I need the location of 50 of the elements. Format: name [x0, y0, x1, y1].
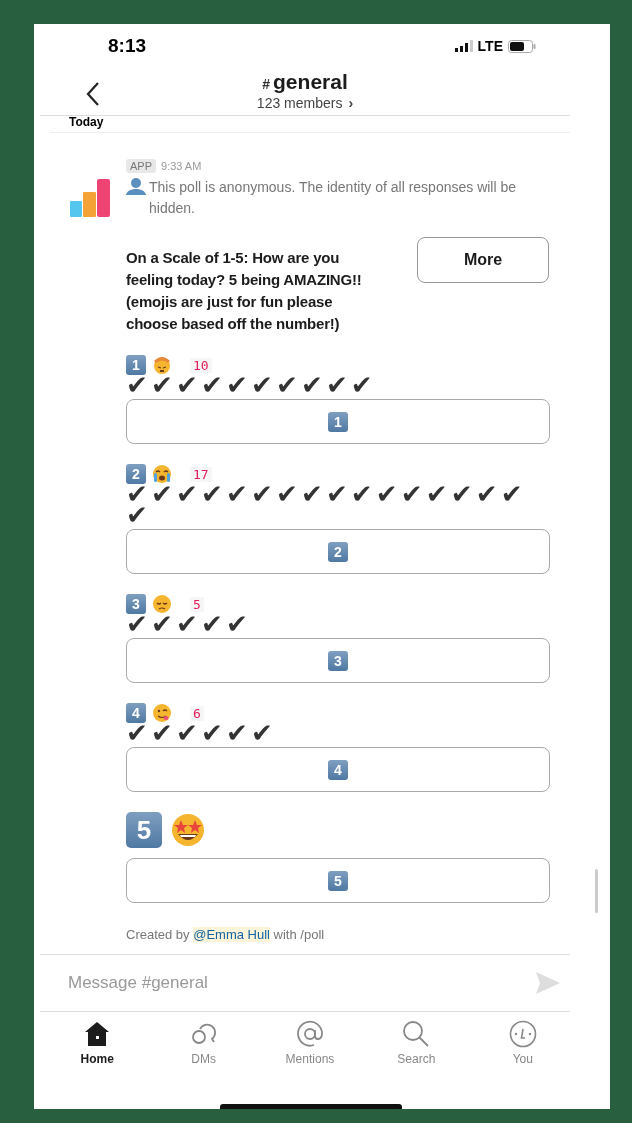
- poll-credit: Created by @Emma Hull with /poll: [126, 927, 326, 942]
- battery-icon: [508, 39, 536, 53]
- number-keycap: 1: [126, 355, 146, 375]
- day-label: Today: [69, 116, 105, 128]
- vote-checkmarks: ✔✔✔✔✔: [126, 614, 252, 635]
- clock-time: 8:13: [108, 35, 147, 57]
- vote-button[interactable]: 5: [126, 858, 550, 903]
- vote-checkmarks: ✔✔✔✔✔✔✔✔✔✔: [126, 375, 377, 396]
- back-icon[interactable]: [86, 82, 100, 106]
- vote-count: 10: [190, 357, 212, 373]
- number-keycap: 4: [126, 703, 146, 723]
- vote-button[interactable]: 2: [126, 529, 550, 574]
- number-keycap: 2: [126, 464, 146, 484]
- at-sign-icon: [295, 1020, 324, 1048]
- person-icon: [126, 178, 146, 195]
- vote-button[interactable]: 4: [126, 747, 550, 792]
- scrollbar: [595, 869, 598, 913]
- number-keycap: 3: [126, 594, 146, 614]
- vote-checkmarks: ✔✔✔✔✔✔: [126, 723, 277, 744]
- tab-button[interactable]: DMs: [158, 1018, 249, 1068]
- hash-sign: #: [262, 76, 271, 92]
- crying-face-icon: [152, 464, 172, 484]
- app-badge: APP: [126, 159, 156, 173]
- search-icon: [402, 1020, 431, 1048]
- sad-face-icon: [152, 594, 172, 614]
- user-mention-link[interactable]: @Emma Hull: [193, 927, 270, 942]
- member-count[interactable]: 123 members: [256, 95, 343, 111]
- bar-chart-logo-icon: [70, 179, 110, 217]
- tab-button[interactable]: You: [477, 1018, 568, 1068]
- more-button[interactable]: More: [417, 237, 549, 283]
- message-time: 9:33 AM: [161, 160, 202, 172]
- vote-checkmarks: ✔✔✔✔✔✔✔✔✔✔✔✔✔✔✔✔✔: [126, 484, 527, 526]
- channel-name: general: [273, 70, 348, 94]
- vote-button[interactable]: 3: [126, 638, 550, 683]
- vote-count: 5: [190, 596, 204, 612]
- tab-button[interactable]: Mentions: [264, 1018, 355, 1068]
- vote-button[interactable]: 1: [126, 399, 550, 444]
- profile-icon: [508, 1020, 537, 1048]
- tongue-face-icon: [152, 703, 172, 723]
- vote-count: 6: [190, 705, 204, 721]
- signal-icon: [454, 40, 473, 52]
- star-eyes-face-icon: [170, 812, 206, 848]
- number-keycap: 5: [126, 812, 162, 848]
- chevron[interactable]: ›: [348, 95, 354, 111]
- poll-question: On a Scale of 1-5: How are you feeling today? 5 being AMAZING!! (emojis are just for fun please choose based off the number!): [126, 248, 363, 334]
- tab-button[interactable]: Home: [52, 1018, 143, 1068]
- anonymity-notice: This poll is anonymous. The identity of all responses will be hidden.: [149, 178, 518, 218]
- tab-button[interactable]: Search: [371, 1018, 462, 1068]
- vote-count: 17: [190, 466, 212, 482]
- network-label: LTE: [477, 38, 503, 54]
